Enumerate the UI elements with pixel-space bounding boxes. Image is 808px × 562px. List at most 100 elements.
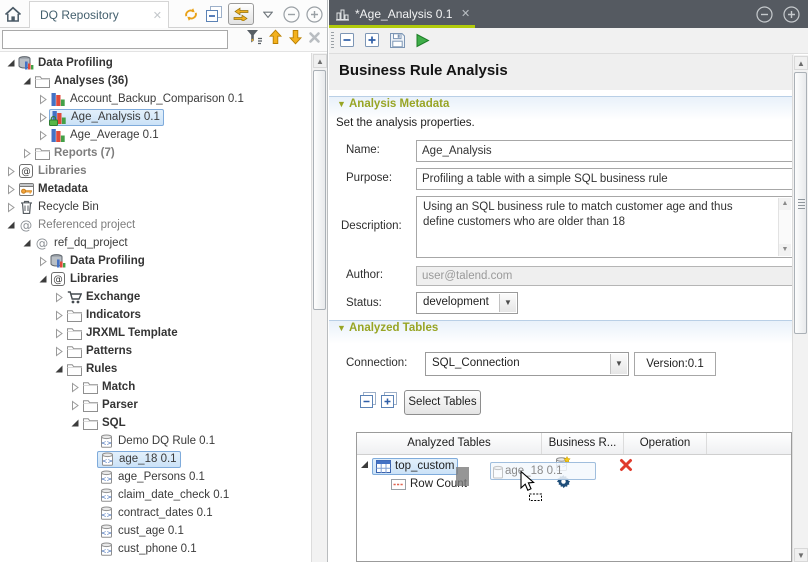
tree-item-reports-7[interactable]: Reports (7)	[0, 144, 311, 162]
tree-item-contract-dates-0-1[interactable]: <>contract_dates 0.1	[0, 504, 311, 522]
tree-item-libraries[interactable]: @Libraries	[0, 270, 311, 288]
tree-item-exchange[interactable]: Exchange	[0, 288, 311, 306]
description-field[interactable]: Using an SQL business rule to match cust…	[416, 196, 793, 258]
tree-item-cust-age-0-1[interactable]: <>cust_age 0.1	[0, 522, 311, 540]
tree-item-indicators[interactable]: Indicators	[0, 306, 311, 324]
expanded-arrow-icon[interactable]	[360, 460, 369, 472]
move-up-icon[interactable]	[268, 29, 283, 50]
tree-item-claim-date-check-0-1[interactable]: <>claim_date_check 0.1	[0, 486, 311, 504]
expand-arrow-icon[interactable]	[68, 382, 81, 393]
select-tables-button[interactable]: Select Tables	[404, 390, 481, 415]
collapse-arrow-icon[interactable]	[4, 58, 17, 68]
collapse-all-sections-icon[interactable]	[339, 32, 356, 54]
refresh-icon[interactable]	[182, 5, 200, 23]
expand-arrow-icon[interactable]	[4, 166, 17, 177]
expand-arrow-icon[interactable]	[52, 292, 65, 303]
tree-item-jrxml-template[interactable]: JRXML Template	[0, 324, 311, 342]
left-scrollbar-thumb[interactable]	[313, 70, 326, 310]
tree-item-metadata[interactable]: Metadata	[0, 180, 311, 198]
collapse-section-icon[interactable]: ▼	[337, 99, 346, 109]
editor-scrollbar-thumb[interactable]	[794, 72, 807, 334]
collapse-arrow-icon[interactable]	[52, 364, 65, 374]
expand-tree-icon[interactable]	[381, 392, 397, 413]
tree-item-data-profiling[interactable]: Data Profiling	[0, 54, 311, 72]
collapse-arrow-icon[interactable]	[68, 418, 81, 428]
run-icon[interactable]	[414, 32, 431, 54]
tree-item-recycle-bin[interactable]: Recycle Bin	[0, 198, 311, 216]
search-input[interactable]	[2, 30, 228, 49]
tree-item-patterns[interactable]: Patterns	[0, 342, 311, 360]
collapse-all-icon[interactable]	[205, 5, 223, 23]
purpose-field[interactable]	[416, 168, 793, 190]
expand-arrow-icon[interactable]	[52, 346, 65, 357]
editor-scrollbar[interactable]: ▲ ▼	[792, 55, 808, 562]
table-row[interactable]: top_custom	[360, 457, 458, 475]
tree-item-referenced-project[interactable]: @Referenced project	[0, 216, 311, 234]
expand-arrow-icon[interactable]	[36, 256, 49, 267]
collapse-section-icon[interactable]: ▼	[337, 323, 346, 333]
tree-item-demo-dq-rule-0-1[interactable]: <>Demo DQ Rule 0.1	[0, 432, 311, 450]
tree-item-libraries[interactable]: @Libraries	[0, 162, 311, 180]
collapse-arrow-icon[interactable]	[36, 274, 49, 284]
chevron-down-icon[interactable]: ▼	[610, 354, 627, 374]
scroll-up-icon[interactable]: ▲	[313, 54, 327, 68]
tab-dq-repository[interactable]: DQ Repository ✕	[29, 1, 169, 28]
name-field[interactable]	[416, 140, 793, 162]
view-menu-icon[interactable]	[259, 5, 277, 23]
connection-dropdown[interactable]: SQL_Connection ▼	[425, 352, 629, 376]
link-with-editor-icon[interactable]	[228, 3, 254, 25]
expand-arrow-icon[interactable]	[20, 148, 33, 159]
move-down-icon[interactable]	[288, 29, 303, 50]
expand-arrow-icon[interactable]	[52, 328, 65, 339]
chevron-down-icon[interactable]: ▼	[499, 294, 516, 312]
collapse-arrow-icon[interactable]	[20, 76, 33, 86]
section-title-analyzed-tables[interactable]: Analyzed Tables	[349, 322, 438, 334]
tree-item-age-18-0-1[interactable]: <>age_18 0.1	[0, 450, 311, 468]
scroll-up-icon[interactable]: ▲	[794, 56, 808, 70]
tree-item-parser[interactable]: Parser	[0, 396, 311, 414]
tree-item-match[interactable]: Match	[0, 378, 311, 396]
tree-item-age-persons-0-1[interactable]: <>age_Persons 0.1	[0, 468, 311, 486]
expand-arrow-icon[interactable]	[36, 94, 49, 105]
delete-icon[interactable]	[619, 458, 633, 477]
expand-arrow-icon[interactable]	[4, 202, 17, 213]
save-icon[interactable]	[389, 32, 406, 54]
tree-item-ref-dq-project[interactable]: @ref_dq_project	[0, 234, 311, 252]
collapse-arrow-icon[interactable]	[4, 220, 17, 230]
clear-icon[interactable]	[308, 31, 321, 49]
expand-all-sections-icon[interactable]	[364, 32, 381, 54]
tree-item-account-backup-comparison-0-1[interactable]: Account_Backup_Comparison 0.1	[0, 90, 311, 108]
expand-arrow-icon[interactable]	[4, 184, 17, 195]
expand-arrow-icon[interactable]	[52, 310, 65, 321]
minimize-icon[interactable]	[756, 6, 773, 28]
left-scrollbar[interactable]: ▲	[311, 53, 327, 562]
tree-item-age-analysis-0-1[interactable]: Age_Analysis 0.1	[0, 108, 311, 126]
maximize-icon[interactable]	[305, 5, 323, 23]
expand-arrow-icon[interactable]	[68, 400, 81, 411]
editor-tab-title[interactable]: *Age_Analysis 0.1	[355, 7, 452, 21]
tree-item-rules[interactable]: Rules	[0, 360, 311, 378]
section-title-metadata[interactable]: Analysis Metadata	[349, 98, 449, 110]
collapse-tree-icon[interactable]	[360, 392, 376, 413]
analyzed-table-cell[interactable]: top_custom	[372, 458, 458, 475]
tree-item-data-profiling[interactable]: Data Profiling	[0, 252, 311, 270]
status-dropdown[interactable]: development ▼	[416, 292, 518, 314]
tree-item-age-average-0-1[interactable]: Age_Average 0.1	[0, 126, 311, 144]
minimize-icon[interactable]	[282, 5, 300, 23]
maximize-icon[interactable]	[783, 6, 800, 28]
selected-tree-item[interactable]: <>age_18 0.1	[97, 451, 181, 468]
close-icon[interactable]: ✕	[461, 7, 470, 20]
toolbar-drag-handle[interactable]	[331, 32, 334, 50]
description-scrollbar[interactable]: ▲ ▼	[778, 198, 791, 256]
expand-arrow-icon[interactable]	[36, 130, 49, 141]
expand-arrow-icon[interactable]	[36, 112, 49, 123]
collapse-arrow-icon[interactable]	[20, 238, 33, 248]
column-header-business-rule[interactable]: Business R...	[542, 433, 624, 454]
tree-item-cust-phone-0-1[interactable]: <>cust_phone 0.1	[0, 540, 311, 558]
tree-item-sql[interactable]: SQL	[0, 414, 311, 432]
scroll-up-icon[interactable]: ▲	[779, 198, 791, 210]
selected-tree-item[interactable]: Age_Analysis 0.1	[49, 109, 164, 126]
close-icon[interactable]: ✕	[153, 9, 162, 22]
home-icon[interactable]	[4, 6, 22, 28]
column-header-operation[interactable]: Operation	[624, 433, 707, 454]
